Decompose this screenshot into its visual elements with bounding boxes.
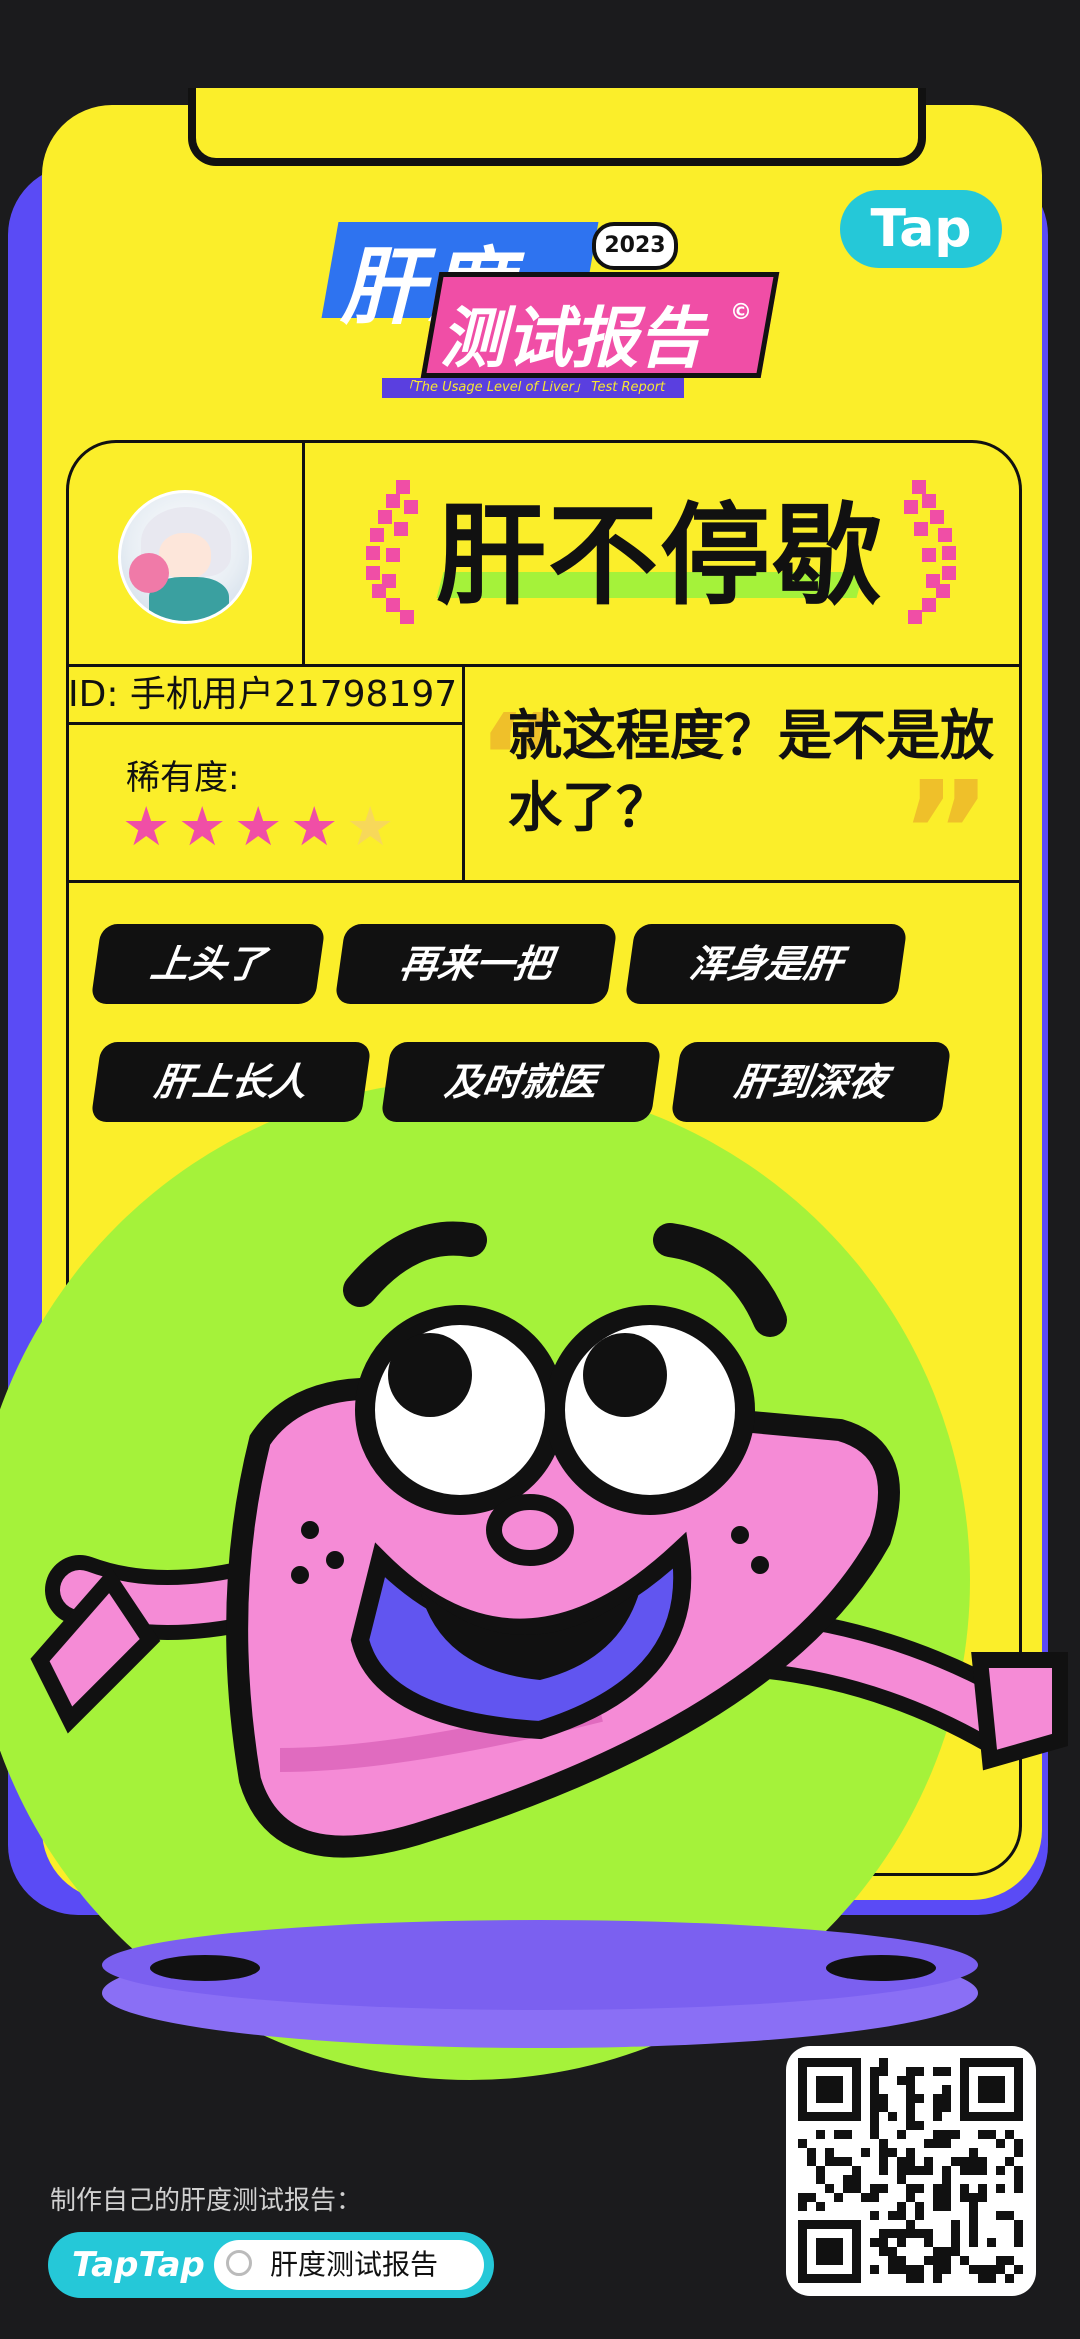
stand-hole: [150, 1955, 260, 1981]
grid-divider: [66, 722, 462, 725]
avatar: [118, 490, 252, 624]
search-query: 肝度测试报告: [270, 2248, 439, 2281]
qr-code-pattern: [798, 2058, 1023, 2283]
year-badge: 2023: [592, 222, 678, 270]
grid-divider: [302, 440, 305, 666]
liver-mascot: [30, 1221, 1068, 1858]
star-icon: ★: [290, 795, 339, 858]
search-icon: [226, 2250, 252, 2276]
stand-hole: [826, 1955, 936, 1981]
tap-logo: Tap: [840, 190, 1002, 268]
tag-chip: 及时就医: [380, 1042, 662, 1122]
qr-code: [786, 2046, 1036, 2296]
star-icon: ★: [346, 795, 395, 858]
search-brand: TapTap: [72, 2245, 205, 2285]
rarity-label: 稀有度:: [126, 758, 240, 798]
tag-chip: 肝到深夜: [670, 1042, 952, 1122]
laurel-icon: [904, 480, 956, 624]
copyright-icon: ©: [730, 300, 752, 325]
grid-divider: [66, 880, 1019, 883]
title-subtitle: 「The Usage Level of Liver」 Test Report: [382, 378, 684, 398]
card-clip: [188, 88, 926, 166]
grid-divider: [66, 664, 1019, 667]
grid-divider: [462, 664, 465, 882]
tag-chip: 再来一把: [334, 924, 618, 1004]
star-icon: ★: [234, 795, 283, 858]
title-line2: 测试报告: [440, 300, 704, 377]
badge-title: 肝不停歇: [436, 492, 884, 620]
cta-text: 制作自己的肝度测试报告：: [50, 2186, 363, 2216]
tag-chip: 浑身是肝: [624, 924, 908, 1004]
star-icon: ★: [178, 795, 227, 858]
star-icon: ★: [122, 795, 171, 858]
quote-text: 就这程度？是不是放水了？: [508, 704, 994, 839]
tag-chip: 上头了: [90, 924, 326, 1004]
laurel-icon: [366, 480, 418, 624]
user-id: ID: 手机用户21798197: [68, 674, 458, 715]
tag-chip: 肝上长人: [90, 1042, 372, 1122]
